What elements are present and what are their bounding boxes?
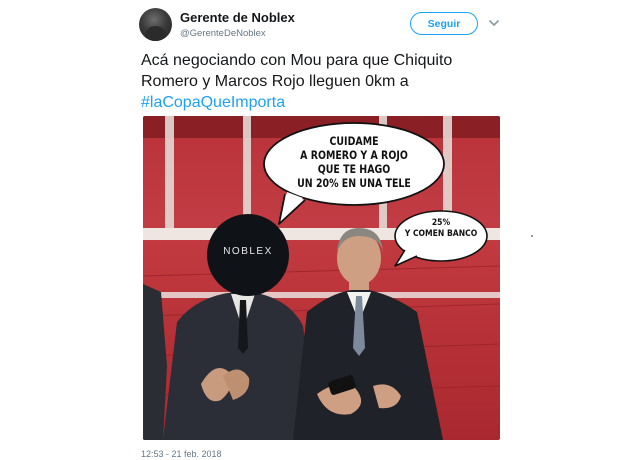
stray-dot [531,235,533,237]
hashtag-link[interactable]: #laCopaQueImporta [141,92,511,113]
noblex-logo-text: NOBLEX [223,246,273,257]
bubble-main-text: CUIDAME A ROMERO Y A ROJO QUE TE HAGO UN… [284,134,423,190]
tweet-text: Acá negociando con Mou para que Chiquito… [141,50,511,113]
tweet-text-line: Romero y Marcos Rojo lleguen 0km a [141,73,409,90]
bubble-main-line: QUE TE HAGO [317,162,391,176]
handle[interactable]: @GerenteDeNoblex [180,28,266,39]
tweet-image[interactable]: NOBLEX CUIDAME A ROMERO Y A ROJO QUE TE … [143,116,500,440]
tweet-timestamp[interactable]: 12:53 - 21 feb. 2018 [141,449,222,459]
tweet-text-line: Acá negociando con Mou para que Chiquito [141,52,453,69]
follow-button[interactable]: Seguir [410,12,478,35]
chevron-down-icon[interactable] [487,17,501,29]
bubble-main-line: UN 20% EN UNA TELE [297,176,411,190]
bubble-reply-line: Y COMEN BANCO [404,229,478,239]
display-name[interactable]: Gerente de Noblex [180,10,295,25]
bubble-reply-text: 25% Y COMEN BANCO [402,218,480,240]
avatar[interactable] [139,8,172,41]
bubble-reply-line: 25% [431,218,451,228]
bubble-main-line: A ROMERO Y A ROJO [300,148,408,162]
bubble-main-line: CUIDAME [329,134,379,148]
